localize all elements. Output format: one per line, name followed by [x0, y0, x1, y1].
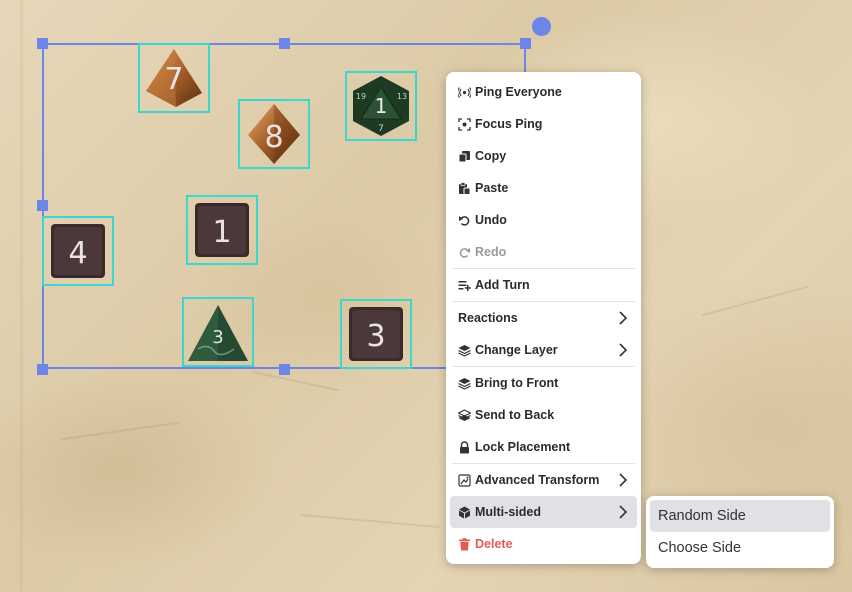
resize-handle-top-right[interactable]: [520, 38, 531, 49]
redo-icon: [458, 246, 471, 259]
die-token-d20-green[interactable]: 1 19 13 7: [345, 71, 417, 141]
resize-handle-top-left[interactable]: [37, 38, 48, 49]
chevron-right-icon: [617, 310, 629, 329]
chevron-right-icon: [617, 504, 629, 523]
paper-fold: [20, 0, 23, 592]
menu-item-label: Send to Back: [475, 408, 555, 422]
menu-item-label: Undo: [475, 213, 507, 227]
d8-orange-die-icon: 8: [248, 104, 300, 164]
menu-item-reactions[interactable]: Reactions: [450, 302, 637, 334]
paper-crease: [60, 421, 180, 441]
die-side-value: 19: [356, 92, 366, 101]
menu-item-label: Reactions: [458, 311, 518, 325]
die-token-d6-left[interactable]: 4: [42, 216, 114, 286]
lock-icon: [458, 440, 471, 454]
die-face-value: 8: [264, 120, 283, 155]
menu-item-advanced-transform[interactable]: Advanced Transform: [450, 464, 637, 496]
paper-crease: [250, 370, 340, 392]
paper-crease: [701, 285, 809, 317]
layers-icon: [458, 377, 471, 390]
menu-item-send-to-back[interactable]: Send to Back: [450, 399, 637, 431]
die-token-d4-orange[interactable]: 7: [138, 43, 210, 113]
die-face-value: 3: [366, 319, 385, 354]
d6-dark-die-icon: 3: [349, 307, 403, 361]
transform-icon: [458, 473, 471, 487]
d4-orange-die-icon: 7: [146, 49, 202, 107]
chevron-right-icon: [617, 342, 629, 361]
cube-icon: [458, 506, 471, 519]
menu-item-focus-ping[interactable]: Focus Ping: [450, 108, 637, 140]
menu-item-label: Multi-sided: [475, 505, 541, 519]
layers-icon: [458, 408, 471, 422]
layers-icon: [458, 344, 471, 357]
resize-handle-bottom[interactable]: [279, 364, 290, 375]
d4-green-die-icon: 3: [188, 305, 248, 361]
submenu-item-label: Random Side: [658, 508, 746, 524]
die-token-d4-green[interactable]: 3: [182, 297, 254, 367]
resize-handle-left[interactable]: [37, 200, 48, 211]
paper-crease: [300, 513, 440, 529]
menu-item-paste[interactable]: Paste: [450, 172, 637, 204]
paste-icon: [458, 181, 471, 195]
resize-handle-top[interactable]: [279, 38, 290, 49]
menu-item-label: Change Layer: [475, 343, 558, 357]
copy-icon: [458, 150, 471, 163]
undo-icon: [458, 214, 471, 227]
menu-item-multi-sided[interactable]: Multi-sided: [450, 496, 637, 528]
menu-item-label: Copy: [475, 149, 507, 163]
menu-item-add-turn[interactable]: Add Turn: [450, 269, 637, 301]
d6-dark-die-icon: 4: [51, 224, 105, 278]
die-side-value: 7: [378, 124, 384, 134]
focus-icon: [458, 117, 471, 131]
resize-handle-bottom-left[interactable]: [37, 364, 48, 375]
chevron-right-icon: [617, 472, 629, 491]
rotate-handle[interactable]: [532, 17, 551, 36]
submenu-item-random-side[interactable]: Random Side: [650, 500, 830, 532]
menu-item-delete[interactable]: Delete: [450, 528, 637, 560]
broadcast-icon: [458, 86, 471, 99]
die-face-value: 1: [212, 215, 231, 250]
menu-item-label: Add Turn: [475, 278, 530, 292]
menu-item-bring-to-front[interactable]: Bring to Front: [450, 367, 637, 399]
submenu-item-label: Choose Side: [658, 540, 742, 556]
die-face-value: 7: [164, 62, 183, 97]
trash-icon: [458, 537, 471, 551]
menu-item-label: Redo: [475, 245, 507, 259]
menu-item-copy[interactable]: Copy: [450, 140, 637, 172]
d6-dark-die-icon: 1: [195, 203, 249, 257]
die-face-value: 3: [212, 327, 223, 348]
menu-item-ping-everyone[interactable]: Ping Everyone: [450, 76, 637, 108]
menu-item-label: Ping Everyone: [475, 85, 562, 99]
die-token-d6-right[interactable]: 3: [340, 299, 412, 369]
menu-item-label: Advanced Transform: [475, 473, 600, 487]
menu-item-label: Delete: [475, 537, 513, 551]
submenu-item-choose-side[interactable]: Choose Side: [650, 532, 830, 564]
context-menu: Ping Everyone Focus Ping Copy Paste Undo…: [446, 72, 641, 564]
die-token-d6-center[interactable]: 1: [186, 195, 258, 265]
menu-item-undo[interactable]: Undo: [450, 204, 637, 236]
die-face-value: 4: [68, 236, 87, 271]
add-list-icon: [458, 279, 471, 292]
die-side-value: 13: [397, 92, 407, 101]
d20-green-die-icon: 1 19 13 7: [353, 76, 409, 136]
menu-item-label: Lock Placement: [475, 440, 571, 454]
menu-item-label: Focus Ping: [475, 117, 543, 131]
menu-item-redo[interactable]: Redo: [450, 236, 637, 268]
die-face-value: 1: [375, 94, 388, 118]
menu-item-lock-placement[interactable]: Lock Placement: [450, 431, 637, 463]
menu-item-change-layer[interactable]: Change Layer: [450, 334, 637, 366]
multi-sided-submenu: Random Side Choose Side: [646, 496, 834, 568]
menu-item-label: Paste: [475, 181, 509, 195]
menu-item-label: Bring to Front: [475, 376, 559, 390]
die-token-d8-orange[interactable]: 8: [238, 99, 310, 169]
